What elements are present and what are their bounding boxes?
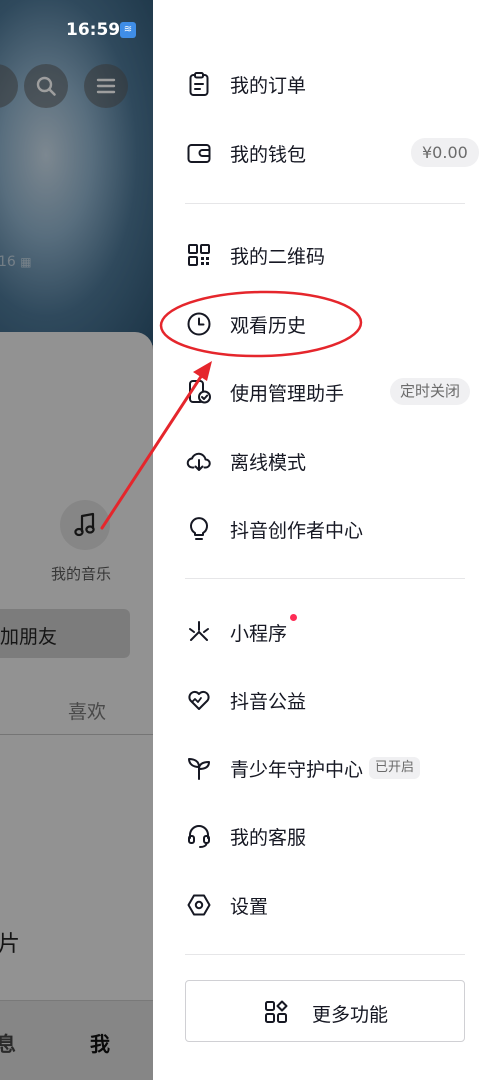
grid-shapes-icon [265,1000,288,1023]
menu-item-label: 设置 [230,896,269,918]
section-divider [185,578,465,579]
menu-item-watch-history[interactable]: 观看历史 [153,296,498,352]
menu-item-label: 我的钱包 [230,144,307,166]
wallet-icon [187,144,211,163]
menu-item-label: 我的订单 [230,75,307,97]
mini-program-icon [189,621,209,641]
menu-item-label: 抖音创作者中心 [230,520,364,542]
menu-item-orders[interactable]: 我的订单 [153,56,498,112]
menu-item-qr-code[interactable]: 我的二维码 [153,227,498,283]
sprout-icon [188,758,210,780]
menu-item-usage-assistant[interactable]: 使用管理助手 定时关闭 [153,364,498,420]
qr-code-icon [188,244,210,266]
menu-item-offline-mode[interactable]: 离线模式 [153,433,498,489]
background-profile-page: 16 ▦ 我的音乐 加朋友 喜欢 片 息 我 16:59 ≋ [0,0,153,1080]
menu-item-label: 抖音公益 [230,691,307,713]
new-indicator-dot [290,614,297,621]
hexagon-settings-icon [187,894,211,916]
menu-item-customer-service[interactable]: 我的客服 [153,808,498,864]
menu-item-settings[interactable]: 设置 [153,877,498,933]
section-divider [185,954,465,955]
phone-check-icon [189,380,211,404]
menu-item-youth-protection[interactable]: 青少年守护中心 已开启 [153,740,498,796]
menu-item-creator-center[interactable]: 抖音创作者中心 [153,501,498,557]
menu-item-label: 小程序 [230,623,288,645]
menu-item-mini-programs[interactable]: 小程序 [153,604,498,660]
scheduled-off-badge: 定时关闭 [390,378,471,405]
menu-item-label: 使用管理助手 [230,383,345,405]
menu-item-wallet[interactable]: 我的钱包 ¥0.00 [153,125,498,181]
status-time: 16:59 [66,20,121,40]
headset-icon [188,825,210,848]
clock-icon [187,312,211,336]
more-features-label: 更多功能 [312,1004,389,1026]
menu-item-label: 青少年守护中心 [230,759,364,781]
menu-item-charity[interactable]: 抖音公益 [153,672,498,728]
enabled-badge: 已开启 [369,757,421,779]
section-divider [185,203,465,204]
cloud-download-icon [186,452,211,471]
more-features-button[interactable]: 更多功能 [185,980,465,1042]
dim-overlay[interactable] [0,0,153,1080]
wallet-balance-badge: ¥0.00 [411,138,479,167]
menu-item-label: 我的客服 [230,827,307,849]
menu-item-label: 离线模式 [230,452,307,474]
notification-app-icon: ≋ [120,22,136,38]
clipboard-icon [189,72,209,96]
side-drawer-menu: 我的订单 我的钱包 ¥0.00 我的二维码 观看历史 使用管理助手 定时关闭 离… [153,0,498,1080]
lightbulb-icon [190,517,208,540]
menu-item-label: 我的二维码 [230,246,326,268]
menu-item-label: 观看历史 [230,315,307,337]
heart-charity-icon [188,690,210,710]
